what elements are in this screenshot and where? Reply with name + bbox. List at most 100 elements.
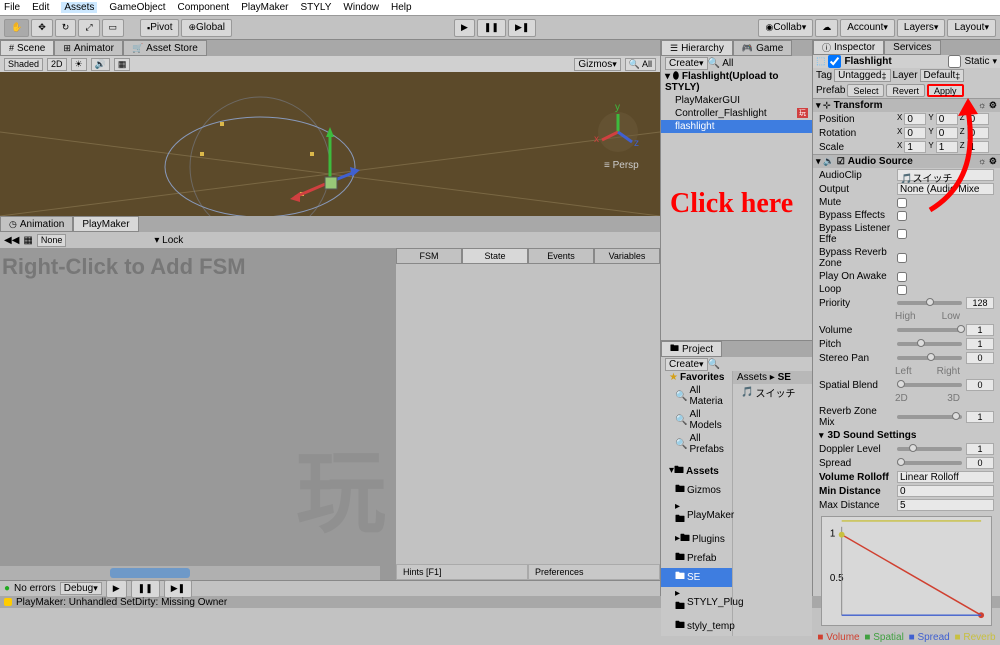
project-create[interactable]: Create ▾ — [665, 358, 708, 371]
menu-gameobject[interactable]: GameObject — [109, 2, 165, 13]
favorites-folder[interactable]: ★Favorites — [661, 371, 732, 384]
tab-animator[interactable]: ⊞ Animator — [54, 40, 123, 56]
folder-plugins[interactable]: ▸🖿Plugins — [661, 530, 732, 549]
priority-value[interactable]: 128 — [966, 297, 994, 309]
reverb-slider[interactable] — [897, 415, 962, 419]
tab-inspector[interactable]: ⓘ Inspector — [813, 40, 884, 55]
pm-prefs[interactable]: Preferences — [528, 564, 660, 580]
pos-y[interactable]: 0 — [936, 113, 958, 125]
playonawake-checkbox[interactable] — [897, 272, 907, 282]
hierarchy-item-2[interactable]: flashlight — [661, 120, 812, 133]
cloud-button[interactable]: ☁ — [815, 19, 838, 37]
fsm-canvas[interactable]: Right-Click to Add FSM 玩 — [0, 248, 396, 580]
pm-step[interactable]: ▶❚ — [164, 580, 192, 598]
active-checkbox[interactable] — [828, 55, 841, 68]
tab-project[interactable]: 🖿 Project — [661, 341, 722, 357]
pause-button[interactable]: ❚❚ — [477, 19, 506, 37]
play-button[interactable]: ▶ — [454, 19, 475, 37]
maxdist-value[interactable]: 5 — [897, 499, 994, 511]
audio-file[interactable]: 🎵スイッチ — [733, 384, 812, 401]
move-tool[interactable]: ✥ — [31, 19, 53, 37]
menu-styly[interactable]: STYLY — [300, 2, 331, 13]
breadcrumb[interactable]: Assets ▸ SE — [733, 371, 812, 384]
tab-animation[interactable]: ◷ Animation — [0, 216, 73, 232]
pm-tab-events[interactable]: Events — [528, 248, 594, 264]
2d-toggle[interactable]: 2D — [47, 58, 67, 71]
pm-tab-state[interactable]: State — [462, 248, 528, 264]
volume-value[interactable]: 1 — [966, 324, 994, 336]
pm-fsm-dropdown[interactable]: None — [37, 234, 67, 247]
audio-toggle[interactable]: 🔊 — [91, 58, 110, 71]
pm-lock[interactable]: ▾ Lock — [154, 235, 183, 246]
layers-dropdown[interactable]: Layers ▾ — [897, 19, 946, 37]
rect-tool[interactable]: ▭ — [102, 19, 125, 37]
hierarchy-scene[interactable]: ▾ ⬮ Flashlight(Upload to STYLY) — [661, 70, 812, 94]
bypass-reverb-checkbox[interactable] — [897, 253, 907, 263]
stereo-slider[interactable] — [897, 356, 962, 360]
scale-tool[interactable]: ⤢ — [78, 19, 99, 37]
folder-stylytemp[interactable]: 🖿styly_temp — [661, 617, 732, 636]
menu-help[interactable]: Help — [391, 2, 412, 13]
pos-x[interactable]: 0 — [904, 113, 926, 125]
tab-playmaker[interactable]: PlayMaker — [73, 216, 138, 232]
fsm-scrollbar[interactable] — [0, 566, 380, 580]
fav-materials[interactable]: 🔍All Materia — [661, 384, 732, 408]
spatial-value[interactable]: 0 — [966, 379, 994, 391]
folder-prefab[interactable]: 🖿Prefab — [661, 549, 732, 568]
hand-tool[interactable]: ✋ — [4, 19, 29, 37]
pivot-toggle[interactable]: ▪ Pivot — [140, 19, 179, 37]
layout-dropdown[interactable]: Layout ▾ — [947, 19, 996, 37]
static-checkbox[interactable] — [948, 55, 961, 68]
select-button[interactable]: Select — [847, 84, 884, 97]
gizmos-dropdown[interactable]: Gizmos ▾ — [574, 58, 620, 71]
folder-se[interactable]: 🖿SE — [661, 568, 732, 587]
audiosource-header[interactable]: ▾ 🔊 ☑ Audio Source☼ ⚙ — [813, 155, 1000, 168]
mindist-value[interactable]: 0 — [897, 485, 994, 497]
apply-button[interactable]: Apply — [927, 84, 964, 97]
rot-z[interactable]: 0 — [967, 127, 989, 139]
tab-services[interactable]: Services — [884, 40, 940, 55]
doppler-value[interactable]: 1 — [966, 443, 994, 455]
step-button[interactable]: ▶❚ — [508, 19, 536, 37]
pm-hints[interactable]: Hints [F1] — [396, 564, 528, 580]
mute-checkbox[interactable] — [897, 198, 907, 208]
menu-window[interactable]: Window — [343, 2, 379, 13]
scale-y[interactable]: 1 — [936, 141, 958, 153]
transform-header[interactable]: ▾ ⊹ Transform☼ ⚙ — [813, 99, 1000, 112]
collab-dropdown[interactable]: ◉ Collab ▾ — [758, 19, 813, 37]
account-dropdown[interactable]: Account ▾ — [840, 19, 895, 37]
pos-z[interactable]: 0 — [967, 113, 989, 125]
menu-assets[interactable]: Assets — [61, 2, 97, 13]
folder-playmaker[interactable]: ▸🖿PlayMaker — [661, 500, 732, 530]
tab-assetstore[interactable]: 🛒 Asset Store — [123, 40, 207, 56]
stereo-value[interactable]: 0 — [966, 352, 994, 364]
volume-slider[interactable] — [897, 328, 962, 332]
loop-checkbox[interactable] — [897, 285, 907, 295]
pm-prev[interactable]: ◀◀ — [4, 235, 19, 246]
folder-gizmos[interactable]: 🖿Gizmos — [661, 481, 732, 500]
revert-button[interactable]: Revert — [886, 84, 925, 97]
tab-scene[interactable]: # Scene — [0, 40, 54, 56]
pm-play[interactable]: ▶ — [106, 580, 127, 598]
scene-search[interactable]: 🔍 All — [625, 58, 656, 71]
rolloff-dropdown[interactable]: Linear Rolloff — [897, 471, 994, 483]
rot-y[interactable]: 0 — [936, 127, 958, 139]
bypass-fx-checkbox[interactable] — [897, 211, 907, 221]
bypass-listener-checkbox[interactable] — [897, 229, 907, 239]
folder-styly[interactable]: ▸🖿STYLY_Plug — [661, 587, 732, 617]
pitch-slider[interactable] — [897, 342, 962, 346]
pitch-value[interactable]: 1 — [966, 338, 994, 350]
priority-slider[interactable] — [897, 301, 962, 305]
audioclip-field[interactable]: 🎵スイッチ — [897, 169, 994, 181]
tag-dropdown[interactable]: Untagged ‡ — [834, 69, 890, 82]
doppler-slider[interactable] — [897, 447, 962, 451]
assets-folder[interactable]: ▾🖿Assets — [661, 462, 732, 481]
fav-models[interactable]: 🔍All Models — [661, 408, 732, 432]
light-toggle[interactable]: ☀ — [71, 58, 87, 71]
pm-debug-dropdown[interactable]: Debug ▾ — [60, 582, 102, 595]
reverb-value[interactable]: 1 — [966, 411, 994, 423]
shaded-dropdown[interactable]: Shaded — [4, 58, 43, 71]
scale-x[interactable]: 1 — [904, 141, 926, 153]
hierarchy-search[interactable]: 🔍 All — [708, 58, 734, 69]
rotate-tool[interactable]: ↻ — [55, 19, 77, 37]
